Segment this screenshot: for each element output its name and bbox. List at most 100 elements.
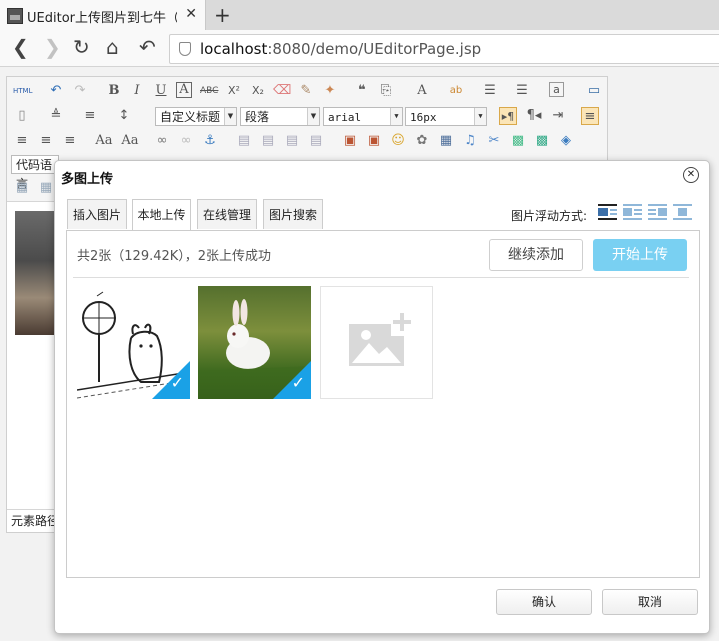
address-bar[interactable]: localhost:8080/demo/UEditorPage.jsp [169, 34, 719, 64]
italic-icon[interactable]: I [128, 82, 146, 100]
float-right-icon[interactable] [648, 204, 667, 221]
simple-upload-icon[interactable]: ▣ [341, 132, 359, 150]
divider [73, 277, 689, 278]
cancel-button[interactable]: 取消 [602, 589, 698, 615]
element-path: 元素路径 [7, 509, 61, 532]
white-rabbit-image[interactable]: ✓ [198, 286, 311, 399]
justify-left-icon[interactable]: ≡ [13, 132, 31, 150]
undo-icon[interactable]: ↶ [47, 82, 65, 100]
emotion-icon[interactable]: ☺ [389, 132, 407, 150]
fullscreen-icon[interactable]: ▭ [585, 82, 603, 100]
tab-online-manage[interactable]: 在线管理 [197, 199, 257, 229]
browser-tabstrip: UEditor上传图片到七牛（ja ✕ + [0, 0, 719, 30]
font-color-icon[interactable]: A [413, 82, 431, 100]
html-source-icon[interactable]: HTML [13, 82, 32, 100]
map-icon[interactable]: ▩ [509, 132, 527, 150]
local-upload-panel: 共2张（129.42K），2张上传成功 继续添加 开始上传 ✓ ✓ [66, 230, 700, 578]
superscript-icon[interactable]: X² [225, 82, 243, 100]
image-right-icon[interactable]: ▤ [283, 132, 301, 150]
add-image-button[interactable] [320, 286, 433, 399]
new-tab-button[interactable]: + [214, 3, 231, 27]
insert-image-icon[interactable]: ▣ [365, 132, 383, 150]
unlink-icon[interactable]: ∞ [177, 132, 195, 150]
new-doc-icon[interactable]: ▯ [13, 107, 31, 125]
undo-close-icon[interactable]: ↶ [139, 36, 156, 58]
dialog-close-icon[interactable]: ✕ [683, 167, 699, 183]
ltr-direction-icon[interactable]: ▸¶ [499, 107, 517, 125]
home-icon[interactable]: ⌂ [106, 36, 119, 58]
paste-plain-icon[interactable]: ⎘ [377, 82, 395, 100]
font-size-select[interactable]: 16px ▼ [405, 107, 487, 126]
float-mode-label: 图片浮动方式: [511, 209, 588, 223]
insert-frame-icon[interactable]: ◈ [557, 132, 575, 150]
row-spacing-bottom-icon[interactable]: ≡ [81, 107, 99, 125]
tab-image-search[interactable]: 图片搜索 [263, 199, 323, 229]
paragraph-select[interactable]: 段落 ▼ [240, 107, 320, 126]
upload-status-text: 共2张（129.42K），2张上传成功 [77, 249, 272, 264]
start-upload-button[interactable]: 开始上传 [593, 239, 687, 271]
select-all-icon[interactable]: a [549, 82, 564, 97]
strikethrough-icon[interactable]: ABC [200, 82, 218, 100]
justify-center-icon[interactable]: ≡ [37, 132, 55, 150]
shield-icon [179, 42, 191, 56]
url-text: localhost:8080/demo/UEditorPage.jsp [200, 40, 482, 58]
code-language-select[interactable]: 代码语言 [11, 155, 59, 191]
scrawl-icon[interactable]: ✿ [413, 132, 431, 150]
link-icon[interactable]: ∞ [153, 132, 171, 150]
reload-icon[interactable]: ↻ [73, 36, 90, 58]
confirm-button[interactable]: 确认 [496, 589, 592, 615]
anchor-icon[interactable]: ⚓ [201, 132, 219, 150]
bold-icon[interactable]: B [105, 82, 123, 100]
insert-video-icon[interactable]: ▦ [437, 132, 455, 150]
align-left-icon[interactable]: ≡ [581, 107, 599, 125]
attachment-icon[interactable]: ✂ [485, 132, 503, 150]
insert-row-icon[interactable]: ▦ [37, 179, 55, 197]
tab-insert-image[interactable]: 插入图片 [67, 199, 127, 229]
unordered-list-icon[interactable]: ☰ [513, 82, 531, 100]
back-icon[interactable]: ❮ [12, 36, 29, 58]
row-spacing-top-icon[interactable]: ≜ [47, 107, 65, 125]
table-icon[interactable]: ▦ [13, 179, 31, 197]
image-left-icon[interactable]: ▤ [259, 132, 277, 150]
multi-image-upload-dialog: 多图上传 ✕ 插入图片 本地上传 在线管理 图片搜索 图片浮动方式: 共2张（1… [54, 160, 710, 634]
font-family-select[interactable]: arial ▼ [323, 107, 403, 126]
cartoon-rabbit-image[interactable]: ✓ [77, 286, 190, 399]
float-none-icon[interactable] [598, 204, 617, 221]
blockquote-icon[interactable]: ❝ [353, 82, 371, 100]
favicon-icon [7, 8, 23, 24]
add-image-icon [349, 313, 413, 366]
tab-local-upload[interactable]: 本地上传 [132, 199, 191, 231]
subscript-icon[interactable]: X₂ [249, 82, 267, 100]
dialog-title: 多图上传 [61, 172, 114, 187]
underline-icon[interactable]: U [152, 82, 170, 100]
editor-content-image [15, 211, 59, 335]
check-icon: ✓ [291, 373, 305, 392]
line-height-icon[interactable]: ↕ [115, 107, 133, 125]
rtl-direction-icon[interactable]: ¶◂ [525, 107, 543, 125]
image-center-icon[interactable]: ▤ [307, 132, 325, 150]
check-icon: ✓ [170, 373, 184, 392]
custom-heading-select[interactable]: 自定义标题 ▼ [155, 107, 237, 126]
to-uppercase-icon[interactable]: Aa [95, 132, 113, 150]
auto-format-icon[interactable]: ✦ [321, 82, 339, 100]
browser-navbar: ❮ ❯ ↻ ⌂ ↶ localhost:8080/demo/UEditorPag… [0, 30, 719, 67]
image-none-icon[interactable]: ▤ [235, 132, 253, 150]
tab-title: UEditor上传图片到七牛（ja [27, 11, 177, 26]
eraser-icon[interactable]: ⌫ [273, 82, 291, 100]
ordered-list-icon[interactable]: ☰ [481, 82, 499, 100]
continue-add-button[interactable]: 继续添加 [489, 239, 583, 271]
gmap-icon[interactable]: ▩ [533, 132, 551, 150]
music-icon[interactable]: ♫ [461, 132, 479, 150]
format-brush-icon[interactable]: ✎ [297, 82, 315, 100]
browser-tab[interactable]: UEditor上传图片到七牛（ja ✕ [0, 0, 206, 30]
float-left-icon[interactable] [623, 204, 642, 221]
float-center-icon[interactable] [673, 204, 692, 221]
redo-icon[interactable]: ↷ [71, 82, 89, 100]
background-color-icon[interactable]: ab [447, 82, 465, 100]
to-lowercase-icon[interactable]: Aa [121, 132, 139, 150]
indent-icon[interactable]: ⇥ [549, 107, 567, 125]
forward-icon[interactable]: ❯ [44, 36, 61, 58]
tab-close-icon[interactable]: ✕ [185, 6, 197, 22]
justify-right-icon[interactable]: ≡ [61, 132, 79, 150]
font-border-icon[interactable]: A [176, 82, 192, 98]
